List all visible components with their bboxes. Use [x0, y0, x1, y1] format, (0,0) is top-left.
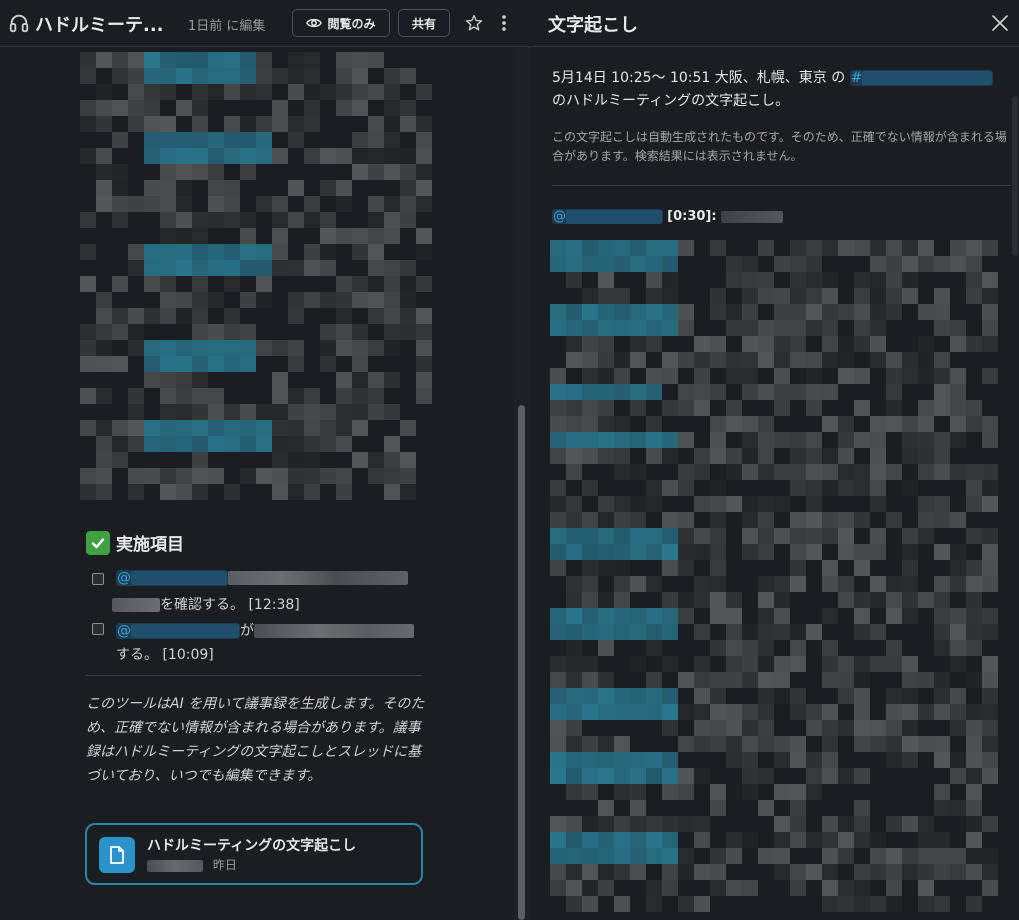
divider — [86, 675, 422, 676]
action-item-line: する。 [10:09] — [116, 647, 214, 663]
redacted-text — [112, 598, 160, 612]
scrollbar[interactable] — [1011, 48, 1019, 920]
transcript-header: 文字起こし — [531, 0, 1019, 47]
more-options-icon[interactable] — [496, 13, 512, 33]
user-mention[interactable]: @ — [116, 623, 240, 639]
redacted-text — [228, 571, 408, 585]
divider — [552, 185, 1011, 186]
redacted-text — [147, 859, 203, 872]
scrollbar-thumb[interactable] — [1012, 96, 1018, 256]
star-icon[interactable] — [464, 13, 484, 33]
todo-checkbox[interactable] — [92, 573, 104, 585]
canvas-header: ハドルミーテ... 1日前 に編集 閲覧のみ 共有 — [0, 0, 530, 47]
checkmark-icon — [86, 530, 110, 555]
transcript-panel: 文字起こし 5月14日 10:25〜 10:51 大阪、札幌、東京 の # のハ… — [531, 0, 1019, 920]
channel-link[interactable]: # — [849, 70, 994, 86]
action-item-line: @ が — [116, 620, 414, 640]
scrollbar-thumb[interactable] — [518, 405, 525, 920]
action-item-line: を確認する。 [12:38] — [112, 594, 300, 614]
timestamp: [0:30]: — [667, 209, 717, 224]
redacted-transcript — [550, 240, 1004, 920]
close-icon[interactable] — [990, 13, 1010, 33]
action-items-heading: 実施項目 — [86, 530, 184, 555]
action-items-heading-label: 実施項目 — [116, 535, 184, 555]
view-only-label: 閲覧のみ — [327, 16, 376, 31]
transcript-card[interactable]: ハドルミーティングの文字起こし 昨日 — [85, 823, 423, 885]
transcript-card-title: ハドルミーティングの文字起こし — [147, 838, 357, 854]
transcript-card-meta: 昨日 — [147, 856, 237, 873]
view-only-button[interactable]: 閲覧のみ — [292, 9, 390, 37]
headphones-icon — [9, 14, 29, 33]
app-window: ハドルミーテ... 1日前 に編集 閲覧のみ 共有 実施項目 @ を確認する。 … — [0, 0, 1019, 920]
canvas-pane: ハドルミーテ... 1日前 に編集 閲覧のみ 共有 実施項目 @ を確認する。 … — [0, 0, 530, 920]
redacted-text — [720, 210, 783, 223]
transcript-note: この文字起こしは自動生成されたものです。そのため、正確でない情報が含まれる場合が… — [552, 130, 1007, 163]
scrollbar[interactable] — [513, 48, 530, 920]
edited-timestamp: 1日前 に編集 — [188, 19, 266, 34]
ai-disclaimer: このツールはAI を用いて議事録を生成します。そのため、正確でない情報が含まれる… — [86, 696, 425, 784]
transcript-title: 文字起こし — [548, 15, 638, 36]
redacted-text — [254, 624, 414, 638]
transcript-info: 5月14日 10:25〜 10:51 大阪、札幌、東京 の # のハドルミーティ… — [552, 67, 1007, 113]
todo-checkbox[interactable] — [92, 623, 104, 635]
canvas-title[interactable]: ハドルミーテ... — [35, 11, 165, 37]
eye-icon — [306, 18, 323, 28]
user-mention[interactable]: @ — [552, 209, 663, 224]
transcript-card-time: 昨日 — [212, 858, 237, 872]
speaker-line: @ [0:30]: — [552, 209, 783, 224]
user-mention[interactable]: @ — [116, 570, 228, 586]
canvas-body: 実施項目 @ を確認する。 [12:38] @が する。 [10:09] この — [0, 48, 512, 920]
document-icon — [99, 837, 135, 873]
action-item-line: @ — [116, 570, 408, 586]
redacted-content — [80, 52, 440, 512]
share-button[interactable]: 共有 — [398, 9, 450, 37]
